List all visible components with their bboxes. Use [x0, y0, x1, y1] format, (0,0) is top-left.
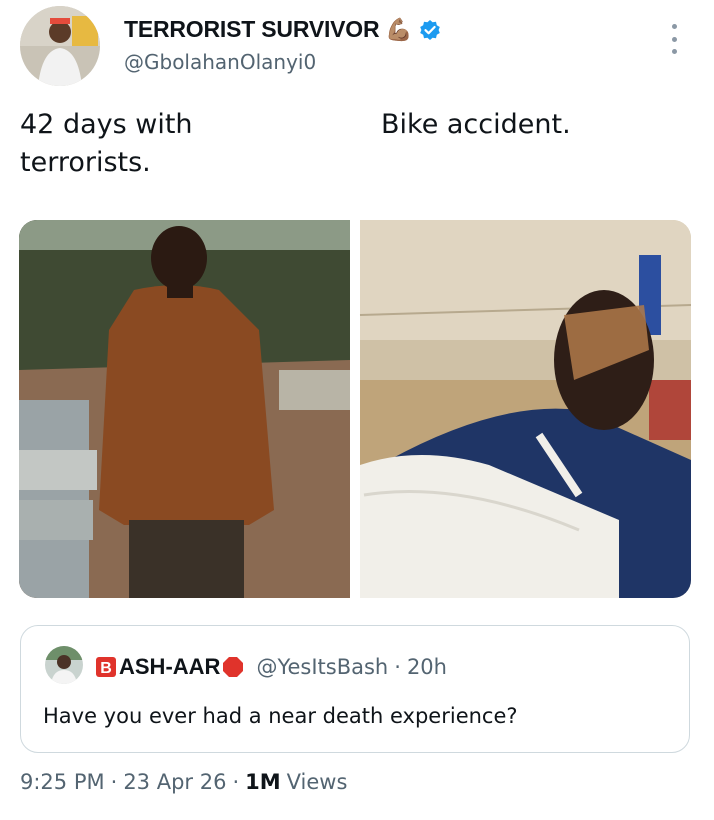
b-button-emoji-icon: B [95, 656, 117, 678]
author-handle[interactable]: @GbolahanOlanyi0 [124, 50, 316, 74]
tweet-media[interactable] [19, 220, 691, 598]
separator-dot: · [110, 770, 118, 794]
quoted-tweet-header: B ASH-AAR @YesItsBash · 20h [95, 654, 447, 680]
quoted-tweet-text: Have you ever had a near death experienc… [43, 704, 518, 728]
tweet-meta: 9:25 PM · 23 Apr 26 · 1M Views [20, 770, 347, 794]
flexed-biceps-emoji: 💪🏽 [385, 16, 413, 42]
tweet-time[interactable]: 9:25 PM [20, 770, 105, 794]
tweet-text-right: Bike accident. [381, 109, 571, 140]
separator-dot: · [394, 655, 401, 679]
svg-text:B: B [100, 660, 112, 677]
quoted-tweet-time[interactable]: 20h [407, 655, 447, 679]
tweet-text-left: 42 days with terrorists. [20, 109, 193, 178]
author-avatar[interactable] [20, 6, 100, 86]
quoted-author-avatar[interactable] [45, 646, 83, 684]
more-options-icon[interactable] [668, 24, 680, 54]
author-name[interactable]: TERRORIST SURVIVOR 💪🏽 [124, 16, 441, 43]
author-display-name: TERRORIST SURVIVOR [124, 16, 380, 42]
quoted-author-handle[interactable]: @YesItsBash [256, 655, 388, 679]
tweet-date[interactable]: 23 Apr 26 [123, 770, 226, 794]
views-count: 1M [245, 770, 281, 794]
stop-sign-emoji-icon [222, 656, 244, 678]
quoted-author-name[interactable]: ASH-AAR [119, 654, 220, 680]
photo-man-outdoors[interactable] [19, 220, 350, 598]
separator-dot: · [232, 770, 240, 794]
photo-man-bandaged[interactable] [359, 220, 691, 598]
verified-badge-icon [419, 19, 441, 41]
quoted-tweet-card[interactable]: B ASH-AAR @YesItsBash · 20h Have you eve… [20, 625, 690, 753]
views-label: Views [286, 770, 348, 794]
